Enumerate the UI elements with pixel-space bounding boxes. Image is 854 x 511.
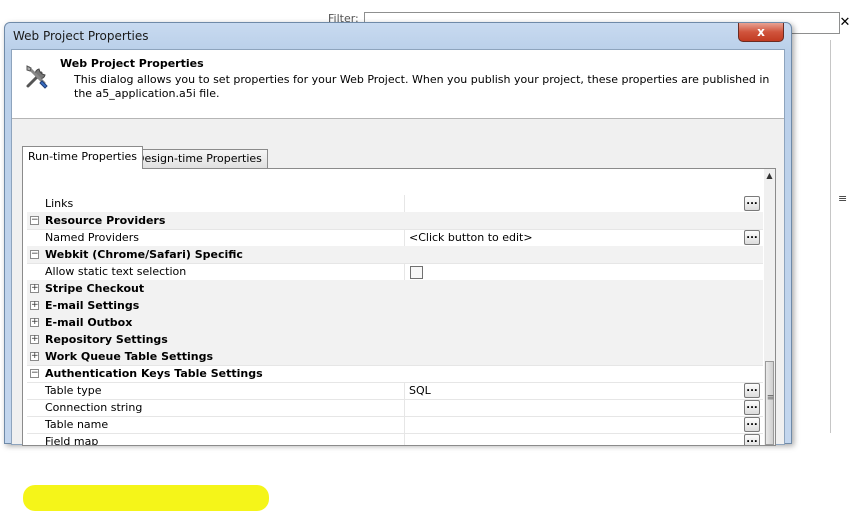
property-label: Links [45,197,74,210]
web-project-properties-dialog: Web Project Properties x Web Project Pro… [4,22,792,511]
property-row[interactable]: Links... [27,195,763,213]
category-label: Resource Providers [45,214,166,227]
ellipsis-button[interactable]: ... [744,434,760,445]
property-row[interactable]: Allow static text selection [27,263,763,281]
property-value[interactable]: SQL... [404,382,763,399]
scroll-grip-icon: ≡ [766,393,775,403]
close-icon: x [757,25,765,39]
category-label: E-mail Outbox [45,316,133,329]
background-close-icon[interactable]: ✕ [838,14,852,32]
property-value-text: SQL [409,384,431,397]
category-label: E-mail Settings [45,299,140,312]
ellipsis-button[interactable]: ... [744,383,760,398]
property-value[interactable]: ... [404,399,763,416]
property-row[interactable]: Table name... [27,416,763,434]
category-row[interactable]: − Webkit (Chrome/Safari) Specific [27,246,763,264]
ellipsis-button[interactable]: ... [744,417,760,432]
property-row[interactable]: Field map... [27,433,763,445]
expand-icon[interactable]: + [30,335,39,344]
property-row[interactable]: Connection string... [27,399,763,417]
property-row[interactable]: Named Providers <Click button to edit>... [27,229,763,247]
title-bar[interactable]: Web Project Properties x [5,23,791,49]
category-row[interactable]: − Resource Providers [27,212,763,230]
close-button[interactable]: x [738,23,784,42]
ellipsis-button[interactable]: ... [744,196,760,211]
expand-icon[interactable]: + [30,284,39,293]
collapse-icon[interactable]: − [30,369,39,378]
background-panel [790,40,831,433]
category-label: Repository Settings [45,333,168,346]
category-row[interactable]: + E-mail Settings [27,297,763,315]
scroll-thumb[interactable]: ≡ [765,361,774,445]
header-description: This dialog allows you to set properties… [74,73,770,100]
tab-design-time-properties[interactable]: Design-time Properties [130,149,268,168]
property-label: Field map [45,435,99,445]
property-label: Named Providers [45,231,139,244]
header-title: Web Project Properties [60,57,204,70]
expand-icon[interactable]: + [30,352,39,361]
category-row[interactable]: + E-mail Outbox [27,314,763,332]
ellipsis-button[interactable]: ... [744,400,760,415]
property-value[interactable]: ... [404,416,763,433]
category-label: Authentication Keys Table Settings [45,367,263,380]
dialog-title: Web Project Properties [13,29,149,43]
property-grid: Links... − Resource Providers Named Provide… [27,169,763,445]
tab-panel: Links... − Resource Providers Named Provide… [22,168,776,511]
category-row[interactable]: + Stripe Checkout [27,280,763,298]
tab-run-time-properties[interactable]: Run-time Properties [22,146,144,169]
vertical-scrollbar[interactable]: ▲ ≡ [764,169,775,445]
scroll-up-icon[interactable]: ▲ [765,171,774,180]
category-label: Work Queue Table Settings [45,350,213,363]
category-row[interactable]: + Work Queue Table Settings [27,348,763,366]
property-value[interactable]: <Click button to edit>... [404,229,763,246]
ellipsis-button[interactable]: ... [744,230,760,245]
property-value-text: <Click button to edit> [409,231,533,244]
property-row[interactable]: Table type SQL... [27,382,763,400]
property-value[interactable]: ... [404,195,763,212]
splitter-grip-icon[interactable]: ≡ [838,192,847,205]
property-label: Table type [45,384,102,397]
category-label: Webkit (Chrome/Safari) Specific [45,248,243,261]
dialog-client-area: Web Project Properties This dialog allow… [11,49,785,511]
collapse-icon[interactable]: − [30,216,39,225]
category-row[interactable]: − Authentication Keys Table Settings [27,365,763,383]
property-value[interactable]: ... [404,433,763,445]
property-label: Allow static text selection [45,265,187,278]
expand-icon[interactable]: + [30,318,39,327]
tools-icon [26,65,48,89]
expand-icon[interactable]: + [30,301,39,310]
property-value[interactable] [404,263,763,280]
property-label: Table name [45,418,109,431]
highlight-marker [23,485,269,511]
dialog-header: Web Project Properties This dialog allow… [12,50,784,119]
collapse-icon[interactable]: − [30,250,39,259]
background-right-panel [830,40,854,433]
category-label: Stripe Checkout [45,282,145,295]
category-row[interactable]: + Repository Settings [27,331,763,349]
allow-static-text-checkbox[interactable] [410,266,423,279]
property-label: Connection string [45,401,143,414]
